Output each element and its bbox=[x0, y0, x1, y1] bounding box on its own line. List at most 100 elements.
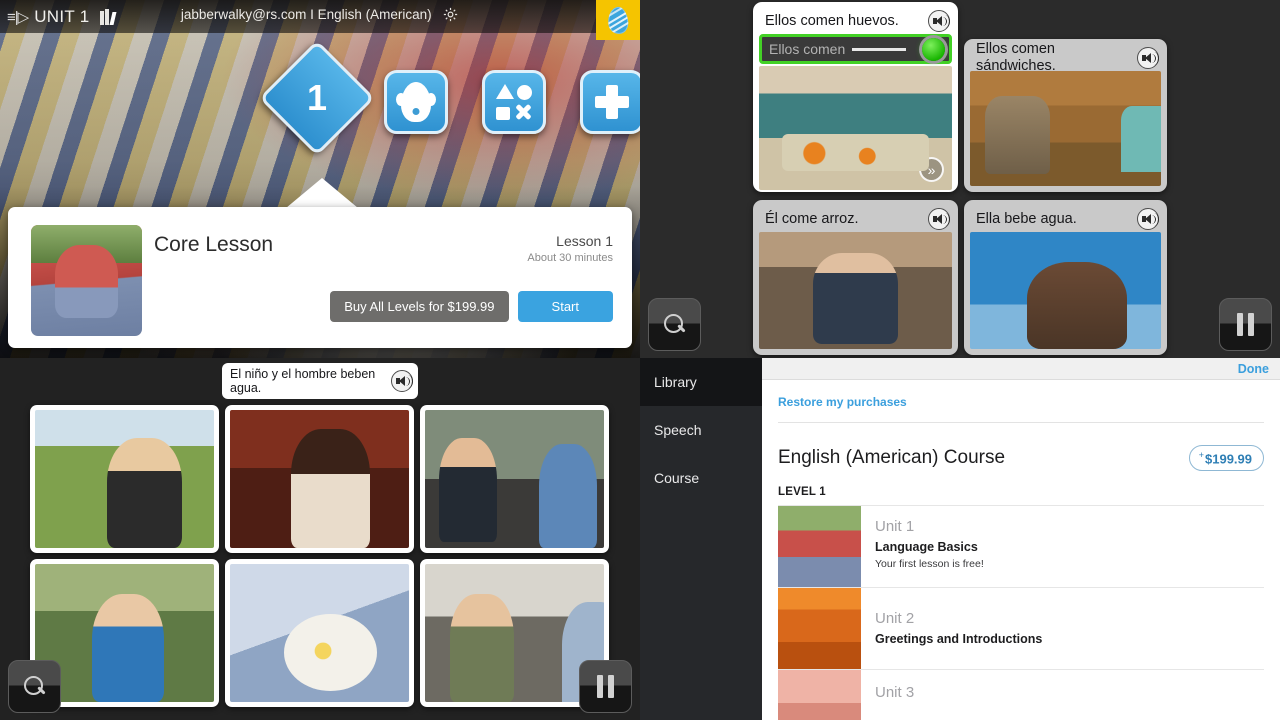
store-sidebar: Library Speech Course bbox=[640, 358, 762, 720]
sidebar-item-speech[interactable]: Speech bbox=[640, 406, 762, 454]
core-lesson-card: Core Lesson Lesson 1 About 30 minutes Bu… bbox=[8, 207, 632, 348]
microphone-prompt: Ellos comen bbox=[769, 41, 907, 57]
couple-eating-sandwiches-photo bbox=[970, 71, 1161, 186]
woman-drinking-water-photo bbox=[970, 232, 1161, 349]
unit-subtitle: Greetings and Introductions bbox=[875, 632, 1043, 647]
speaker-icon[interactable] bbox=[1137, 47, 1159, 69]
lesson-duration: About 30 minutes bbox=[527, 252, 613, 264]
speech-card-header: Ella bebe agua. bbox=[970, 206, 1161, 232]
tile-boy-drinking-milk[interactable] bbox=[30, 405, 219, 553]
vocabulary-node[interactable] bbox=[482, 70, 546, 134]
image-choice-prompt: El niño y el hombre beben agua. bbox=[222, 363, 418, 399]
card-pointer bbox=[286, 178, 358, 208]
account-label: jabberwalky@rs.com I English (American) bbox=[180, 6, 432, 22]
speaker-icon[interactable] bbox=[928, 208, 950, 230]
child-in-field-photo bbox=[31, 225, 142, 336]
level-label: LEVEL 1 bbox=[778, 486, 826, 499]
unit-name: Unit 1 bbox=[875, 518, 915, 536]
sidebar-item-library[interactable]: Library bbox=[640, 358, 762, 406]
lesson-actions: Buy All Levels for $199.99 Start bbox=[330, 291, 613, 322]
speech-card-text: Ella bebe agua. bbox=[976, 210, 1077, 227]
lesson-meta: Lesson 1 About 30 minutes bbox=[527, 233, 613, 264]
unit-name: Unit 2 bbox=[875, 610, 915, 628]
store-topbar: Done bbox=[762, 358, 1280, 380]
speech-card-header: Él come arroz. bbox=[759, 206, 952, 232]
child-orange-tent-photo bbox=[778, 588, 861, 670]
speech-card-text: Ellos comen sándwiches. bbox=[976, 41, 1056, 74]
speaker-icon[interactable] bbox=[928, 10, 950, 32]
list-item[interactable]: Unit 3 bbox=[778, 669, 1264, 720]
sidebar-item-course[interactable]: Course bbox=[640, 454, 762, 502]
speech-card-text: Él come arroz. bbox=[765, 210, 859, 227]
list-item[interactable]: Unit 2 Greetings and Introductions bbox=[778, 587, 1264, 670]
search-icon bbox=[24, 676, 45, 697]
girl-eating-sandwich-photo bbox=[35, 564, 214, 702]
unit-subtitle: Language Basics bbox=[875, 540, 978, 555]
speech-card-rice[interactable]: Él come arroz. bbox=[753, 200, 958, 355]
list-item[interactable]: Unit 1 Language Basics Your first lesson… bbox=[778, 505, 1264, 588]
speech-card-water[interactable]: Ella bebe agua. bbox=[964, 200, 1167, 355]
microphone-prompt-text: Ellos comen bbox=[769, 41, 846, 57]
search-button[interactable] bbox=[8, 660, 61, 713]
plus-icon bbox=[595, 85, 629, 119]
sunset-silhouette-photo bbox=[778, 670, 861, 720]
child-in-field-photo bbox=[778, 506, 861, 588]
gear-icon[interactable] bbox=[442, 6, 459, 28]
head-speech-icon bbox=[396, 82, 431, 122]
pause-button[interactable] bbox=[579, 660, 632, 713]
price-prefix: + bbox=[1198, 450, 1204, 460]
image-choice-prompt-text: El niño y el hombre beben agua. bbox=[230, 366, 376, 395]
microphone-blank bbox=[852, 47, 907, 51]
rosetta-stone-logo[interactable] bbox=[596, 0, 640, 40]
pause-button[interactable] bbox=[1219, 298, 1272, 351]
pause-icon bbox=[597, 675, 614, 698]
page-title: Core Lesson bbox=[154, 233, 274, 256]
family-eating-eggs-photo: » bbox=[759, 66, 952, 190]
pause-icon bbox=[1237, 313, 1254, 336]
image-choice-grid bbox=[30, 405, 609, 707]
search-icon bbox=[664, 314, 685, 335]
speech-card-active[interactable]: Ellos comen huevos. Ellos comen » bbox=[753, 2, 958, 192]
tile-woman-drinking-wine[interactable] bbox=[225, 405, 414, 553]
search-button[interactable] bbox=[648, 298, 701, 351]
speaker-icon[interactable] bbox=[1137, 208, 1159, 230]
done-button[interactable]: Done bbox=[1238, 362, 1269, 376]
microphone-level-indicator[interactable] bbox=[922, 37, 945, 61]
image-choice-screen bbox=[0, 358, 640, 720]
store-main: Done Restore my purchases English (Ameri… bbox=[762, 358, 1280, 720]
microphone-input-row[interactable]: Ellos comen bbox=[759, 34, 952, 64]
speaker-icon[interactable] bbox=[391, 370, 413, 392]
add-node[interactable] bbox=[580, 70, 640, 134]
unit-name: Unit 3 bbox=[875, 684, 915, 702]
lesson-number: Lesson 1 bbox=[556, 233, 613, 249]
price-value: $199.99 bbox=[1205, 451, 1252, 467]
course-title: English (American) Course bbox=[778, 447, 1006, 469]
speech-exercise-screen: Ellos comen huevos. Ellos comen » Ellos … bbox=[640, 0, 1280, 358]
couple-eating-photo bbox=[425, 564, 604, 702]
speech-card-text: Ellos comen huevos. bbox=[765, 12, 899, 29]
double-chevron-right-icon[interactable]: » bbox=[919, 157, 944, 182]
boy-drinking-milk-photo bbox=[35, 410, 214, 548]
start-button[interactable]: Start bbox=[517, 291, 613, 322]
tile-boy-and-man-drinking[interactable] bbox=[420, 405, 609, 553]
buy-all-levels-button[interactable]: Buy All Levels for $199.99 bbox=[330, 291, 509, 322]
man-eating-rice-photo bbox=[759, 232, 952, 349]
lesson-node-row: 1 bbox=[0, 40, 640, 162]
course-header: English (American) Course +$199.99 bbox=[762, 423, 1280, 472]
tile-man-eating-breakfast[interactable] bbox=[225, 559, 414, 707]
lesson-map-screen: ≡|▷ UNIT 1 jabberwalky@rs.com I English … bbox=[0, 0, 640, 358]
speech-card-header: Ellos comen sándwiches. bbox=[970, 41, 1161, 74]
shapes-icon bbox=[496, 84, 532, 120]
core-lesson-node-label: 1 bbox=[306, 77, 328, 118]
speech-card-header: Ellos comen huevos. bbox=[759, 8, 952, 34]
speech-card-sandwiches[interactable]: Ellos comen sándwiches. bbox=[964, 39, 1167, 192]
man-eating-breakfast-photo bbox=[230, 564, 409, 702]
lesson-map-topbar: ≡|▷ UNIT 1 jabberwalky@rs.com I English … bbox=[0, 0, 640, 40]
restore-purchases-link[interactable]: Restore my purchases bbox=[762, 380, 1280, 409]
pronunciation-node[interactable] bbox=[384, 70, 448, 134]
woman-drinking-wine-photo bbox=[230, 410, 409, 548]
store-screen: Library Speech Course Done Restore my pu… bbox=[640, 358, 1280, 720]
unit-note: Your first lesson is free! bbox=[875, 558, 984, 571]
boy-and-man-drinking-photo bbox=[425, 410, 604, 548]
price-badge[interactable]: +$199.99 bbox=[1188, 445, 1264, 472]
